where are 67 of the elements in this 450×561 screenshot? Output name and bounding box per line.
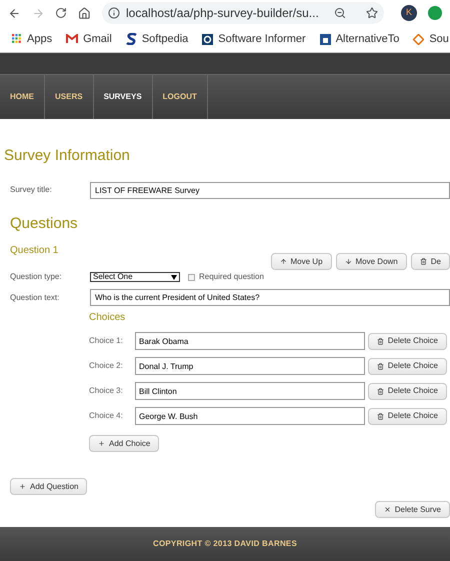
field-label: Question text: [10, 292, 60, 304]
choice-field[interactable]: Bill Clinton [135, 382, 365, 400]
address-bar[interactable]: localhost/aa/php-survey-builder/su... [102, 2, 384, 24]
add-choice-button[interactable]: Add Choice [89, 435, 160, 452]
field-label: Survey title: [10, 184, 53, 196]
choices-heading: Choices [88, 311, 126, 325]
square-logo-icon [202, 34, 214, 44]
plus-icon [98, 440, 105, 447]
question-heading: Question 1 [10, 244, 58, 258]
s-logo-icon [126, 33, 137, 45]
reload-icon[interactable] [55, 6, 68, 20]
apps-grid-icon [12, 34, 22, 44]
choice-label: Choice 3: [89, 385, 124, 397]
bookmark-star-icon[interactable] [366, 7, 378, 19]
nav-tab[interactable]: SURVEYS [94, 75, 153, 119]
home-icon[interactable] [78, 6, 92, 20]
trash-icon [376, 388, 384, 394]
close-icon [384, 506, 391, 513]
arrow-down-icon [344, 258, 352, 265]
dropdown-arrow-icon [171, 274, 177, 280]
mail-m-icon [66, 34, 78, 44]
diamond-icon [413, 34, 424, 44]
bookmark-item[interactable]: Apps [12, 30, 52, 48]
plus-icon [19, 483, 26, 490]
bookmark-item[interactable]: Gmail [66, 30, 112, 48]
section-heading: Survey Information [4, 146, 131, 166]
add-question-button[interactable]: Add Question [10, 478, 88, 495]
url-text: localhost/aa/php-survey-builder/su... [126, 5, 319, 22]
bookmark-item[interactable]: AlternativeTo [320, 30, 400, 48]
profile-avatar[interactable]: K [401, 5, 418, 21]
choice-field[interactable]: Donal J. Trump [135, 357, 365, 375]
section-heading: Questions [9, 214, 79, 234]
survey-title-field[interactable]: LIST OF FREEWARE Survey [90, 182, 450, 198]
trash-icon [376, 412, 384, 420]
delete-survey-button[interactable]: Delete Surve [374, 501, 450, 518]
bookmark-item[interactable]: Sou [413, 30, 449, 48]
question-action-button[interactable]: Move Down [336, 253, 407, 270]
delete-choice-button[interactable]: Delete Choice [368, 358, 447, 374]
choice-label: Choice 2: [89, 360, 124, 372]
bookmark-item[interactable]: Software Informer [202, 30, 306, 48]
checkbox-label: Required question [199, 271, 264, 283]
extension-icon[interactable] [428, 6, 442, 20]
question-action-button[interactable]: Move Up [270, 253, 332, 270]
nav-tab[interactable]: USERS [45, 75, 94, 119]
question-action-button[interactable]: De [410, 253, 450, 270]
info-icon [108, 7, 120, 19]
trash-icon [376, 338, 384, 344]
nav-tab[interactable]: HOME [0, 75, 45, 119]
delete-choice-button[interactable]: Delete Choice [368, 332, 447, 350]
choice-field[interactable]: Barak Obama [135, 332, 365, 350]
zoom-icon[interactable] [334, 7, 346, 19]
copyright-text: COPYRIGHT © 2013 DAVID BARNES [152, 538, 298, 550]
trash-icon [376, 362, 384, 370]
delete-choice-button[interactable]: Delete Choice [368, 408, 447, 424]
nav-tab[interactable]: LOGOUT [152, 75, 208, 119]
field-label: Question type: [10, 271, 63, 283]
choice-label: Choice 1: [89, 335, 124, 347]
question-text-field[interactable]: Who is the current President of United States? [90, 289, 450, 306]
question-type-select[interactable]: Select One [90, 272, 180, 282]
delete-choice-button[interactable]: Delete Choice [368, 382, 447, 400]
trash-icon [420, 258, 427, 265]
choice-field[interactable]: George W. Bush [135, 407, 365, 425]
required-checkbox[interactable] [188, 274, 195, 280]
square-logo-icon [320, 34, 331, 44]
arrow-up-icon [280, 258, 286, 265]
choice-label: Choice 4: [89, 410, 124, 422]
bookmark-item[interactable]: Softpedia [126, 30, 188, 48]
